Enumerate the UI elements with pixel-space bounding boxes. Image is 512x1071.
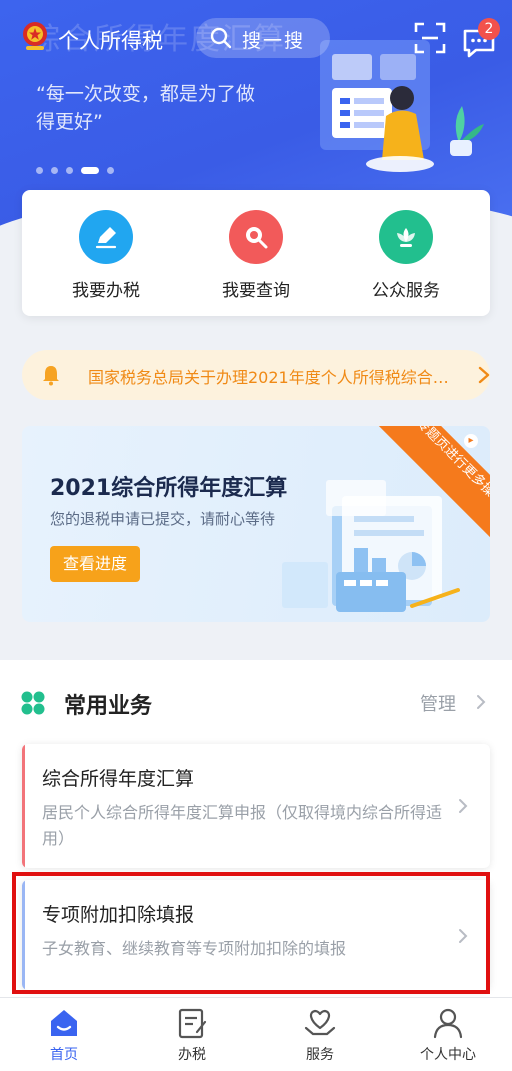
carousel-indicator [36,160,122,174]
message-badge: 2 [478,18,500,40]
carousel-dot [36,167,43,174]
pencil-icon [95,227,117,249]
nav-label: 服务 [306,1047,334,1063]
quick-actions-card: 我要办税 我要查询 公众服务 [22,190,490,316]
carousel-dot-active [81,167,99,174]
bell-icon [43,366,59,386]
quick-action-icon-bg [229,210,283,264]
nav-item-tax[interactable]: 办税 [128,1006,256,1064]
grid-icon [21,691,45,715]
bottom-nav: 首页 办税 服务 个人中心 [0,997,512,1071]
nav-item-profile[interactable]: 个人中心 [384,1006,512,1064]
scan-icon[interactable] [414,22,446,54]
tax-form-icon [178,1008,207,1039]
notice-text: 国家税务总局关于办理2021年度个人所得税综合所得汇算清缴事项的公告 [88,368,452,387]
quick-action-icon-bg [379,210,433,264]
national-emblem-icon [23,22,47,50]
chevron-right-icon [459,799,468,813]
manage-button[interactable]: 管理 [420,690,456,716]
service-item-desc: 居民个人综合所得年度汇算申报（仅取得境内综合所得适用） [42,803,443,848]
magnifier-icon [246,227,268,249]
heart-hand-icon [304,1009,336,1036]
lotus-icon [397,228,415,247]
search-label: 搜一搜 [242,30,306,52]
chevron-right-icon [477,695,486,709]
home-icon [51,1010,77,1036]
search-icon [210,27,232,49]
annual-settlement-banner[interactable]: 2021综合所得年度汇算 您的退税申请已提交，请耐心等待 查看进度 进入专题页进… [22,426,490,622]
check-progress-button[interactable]: 查看进度 [50,546,140,582]
top-bar: 个人所得税 搜一搜 2 [0,18,512,62]
hero-slogan: “每一次改变，都是为了做得更好” [36,83,255,133]
service-item-title: 综合所得年度汇算 [42,768,195,790]
topic-ribbon[interactable]: 进入专题页进行更多操作 ▸ [370,426,490,546]
quick-action-public-service[interactable]: 公众服务 [336,210,476,301]
nav-label: 个人中心 [420,1047,476,1063]
search-button[interactable]: 搜一搜 [196,18,330,58]
quick-action-label: 公众服务 [372,281,440,301]
banner-subtitle: 您的退税申请已提交，请耐心等待 [50,510,276,528]
nav-item-service[interactable]: 服务 [256,1006,384,1064]
highlight-box [12,872,490,994]
nav-label: 首页 [50,1047,78,1063]
quick-action-label: 我要办税 [72,281,140,301]
card-accent-bar [22,744,25,868]
carousel-dot [66,167,73,174]
notice-bar[interactable]: 国家税务总局关于办理2021年度个人所得税综合所得汇算清缴事项的公告 [22,350,490,400]
chevron-right-circle-icon: ▸ [464,434,478,448]
carousel-dot [51,167,58,174]
carousel-dot [107,167,114,174]
banner-title: 2021综合所得年度汇算 [50,476,288,501]
app-title: 个人所得税 [58,29,163,53]
quick-action-label: 我要查询 [222,281,290,301]
quick-action-icon-bg [79,210,133,264]
section-title: 常用业务 [64,694,153,719]
quick-action-query[interactable]: 我要查询 [186,210,326,301]
nav-label: 办税 [178,1047,206,1063]
chevron-right-icon [478,366,490,384]
service-item-annual-settlement[interactable]: 综合所得年度汇算 居民个人综合所得年度汇算申报（仅取得境内综合所得适用） [22,744,490,868]
user-icon [433,1008,463,1039]
quick-action-file-tax[interactable]: 我要办税 [36,210,176,301]
nav-item-home[interactable]: 首页 [0,1006,128,1064]
